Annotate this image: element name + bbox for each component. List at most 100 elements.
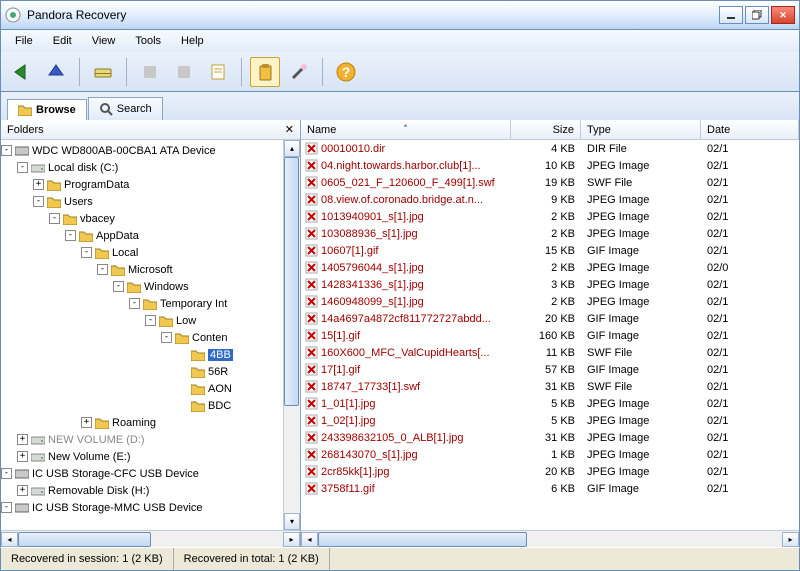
file-row[interactable]: 00010010.dir4 KBDIR File02/1 — [301, 140, 799, 157]
drives-button[interactable] — [88, 57, 118, 87]
clipboard-button[interactable] — [250, 57, 280, 87]
tree-expander[interactable]: - — [97, 264, 108, 275]
scroll-up-button[interactable]: ▴ — [284, 140, 300, 157]
tree-node-device[interactable]: - WDC WD800AB-00CBA1 ATA Device — [1, 142, 283, 159]
tree-node-folder[interactable]: - Conten — [1, 329, 283, 346]
scroll-right-button[interactable]: ▸ — [782, 532, 799, 547]
tree-expander[interactable]: + — [17, 434, 28, 445]
file-row[interactable]: 268143070_s[1].jpg1 KBJPEG Image02/1 — [301, 446, 799, 463]
tree-label[interactable]: ProgramData — [64, 179, 129, 191]
file-row[interactable]: 14a4697a4872cf811772727abdd...20 KBGIF I… — [301, 310, 799, 327]
tree-node-drive[interactable]: + New Volume (E:) — [1, 448, 283, 465]
menu-file[interactable]: File — [7, 33, 41, 49]
file-row[interactable]: 160X600_MFC_ValCupidHearts[...11 KBSWF F… — [301, 344, 799, 361]
file-row[interactable]: 1405796044_s[1].jpg2 KBJPEG Image02/0 — [301, 259, 799, 276]
file-row[interactable]: 103088936_s[1].jpg2 KBJPEG Image02/1 — [301, 225, 799, 242]
tree-node-folder[interactable]: AON — [1, 380, 283, 397]
tree-node-folder[interactable]: + ProgramData — [1, 176, 283, 193]
tree-label[interactable]: Windows — [144, 281, 189, 293]
file-row[interactable]: 2cr85kk[1].jpg20 KBJPEG Image02/1 — [301, 463, 799, 480]
tree-node-device[interactable]: - IC USB Storage-MMC USB Device — [1, 499, 283, 516]
tab-browse[interactable]: Browse — [7, 99, 87, 120]
file-row[interactable]: 15[1].gif160 KBGIF Image02/1 — [301, 327, 799, 344]
tree-node-folder[interactable]: 56R — [1, 363, 283, 380]
tree-horizontal-scrollbar[interactable]: ◂ ▸ — [1, 530, 300, 547]
tree-expander[interactable]: - — [17, 162, 28, 173]
scroll-down-button[interactable]: ▾ — [284, 513, 300, 530]
tree-close-icon[interactable]: ✕ — [285, 123, 294, 136]
tree-node-device[interactable]: - IC USB Storage-CFC USB Device — [1, 465, 283, 482]
tree-expander[interactable]: - — [1, 145, 12, 156]
tree-label[interactable]: Users — [64, 196, 93, 208]
tree-label[interactable]: New Volume (E:) — [48, 451, 131, 463]
tree-label[interactable]: Conten — [192, 332, 227, 344]
tree-label[interactable]: IC USB Storage-MMC USB Device — [32, 502, 203, 514]
file-row[interactable]: 04.night.towards.harbor.club[1]...10 KBJ… — [301, 157, 799, 174]
tree-expander[interactable]: - — [161, 332, 172, 343]
tree-expander[interactable]: + — [33, 179, 44, 190]
tree-node-folder[interactable]: BDC — [1, 397, 283, 414]
tree-expander[interactable]: + — [81, 417, 92, 428]
menu-edit[interactable]: Edit — [45, 33, 80, 49]
tree-expander[interactable]: - — [129, 298, 140, 309]
tree-label[interactable]: 56R — [208, 366, 228, 378]
tree-expander[interactable]: - — [33, 196, 44, 207]
restore-button[interactable] — [745, 6, 769, 24]
file-row[interactable]: 243398632105_0_ALB[1].jpg31 KBJPEG Image… — [301, 429, 799, 446]
up-button[interactable] — [41, 57, 71, 87]
tree-label[interactable]: IC USB Storage-CFC USB Device — [32, 468, 199, 480]
tree-node-folder[interactable]: - Local — [1, 244, 283, 261]
notes-button[interactable] — [203, 57, 233, 87]
column-date[interactable]: Date — [701, 120, 799, 139]
tree-label[interactable]: Roaming — [112, 417, 156, 429]
file-row[interactable]: 1013940901_s[1].jpg2 KBJPEG Image02/1 — [301, 208, 799, 225]
tree-node-folder[interactable]: 4BB — [1, 346, 283, 363]
file-row[interactable]: 1_02[1].jpg5 KBJPEG Image02/1 — [301, 412, 799, 429]
file-row[interactable]: 08.view.of.coronado.bridge.at.n...9 KBJP… — [301, 191, 799, 208]
tree-node-drive[interactable]: - Local disk (C:) — [1, 159, 283, 176]
tree-label[interactable]: WDC WD800AB-00CBA1 ATA Device — [32, 145, 216, 157]
scroll-left-button[interactable]: ◂ — [1, 532, 18, 547]
tree-node-folder[interactable]: - Users — [1, 193, 283, 210]
menu-view[interactable]: View — [84, 33, 124, 49]
tree-expander[interactable]: - — [1, 468, 12, 479]
tree-vertical-scrollbar[interactable]: ▴ ▾ — [283, 140, 300, 530]
tree-label[interactable]: Local — [112, 247, 138, 259]
column-type[interactable]: Type — [581, 120, 701, 139]
file-row[interactable]: 3758f11.gif6 KBGIF Image02/1 — [301, 480, 799, 497]
file-row[interactable]: 1428341336_s[1].jpg3 KBJPEG Image02/1 — [301, 276, 799, 293]
help-button[interactable]: ? — [331, 57, 361, 87]
scroll-right-button[interactable]: ▸ — [283, 532, 300, 547]
file-row[interactable]: 10607[1].gif15 KBGIF Image02/1 — [301, 242, 799, 259]
menu-tools[interactable]: Tools — [127, 33, 169, 49]
tree-node-folder[interactable]: -Temporary Int — [1, 295, 283, 312]
file-row[interactable]: 1_01[1].jpg5 KBJPEG Image02/1 — [301, 395, 799, 412]
tree-node-drive[interactable]: +Removable Disk (H:) — [1, 482, 283, 499]
tree-expander[interactable]: - — [81, 247, 92, 258]
tree-expander[interactable]: - — [49, 213, 60, 224]
tree-node-folder[interactable]: -Microsoft — [1, 261, 283, 278]
tree-expander[interactable]: - — [1, 502, 12, 513]
tree-expander[interactable]: + — [17, 451, 28, 462]
tab-search[interactable]: Search — [88, 97, 163, 120]
menu-help[interactable]: Help — [173, 33, 212, 49]
column-size[interactable]: Size — [511, 120, 581, 139]
tree-label[interactable]: BDC — [208, 400, 231, 412]
file-horizontal-scrollbar[interactable]: ◂ ▸ — [301, 530, 799, 547]
file-row[interactable]: 1460948099_s[1].jpg2 KBJPEG Image02/1 — [301, 293, 799, 310]
file-row[interactable]: 17[1].gif57 KBGIF Image02/1 — [301, 361, 799, 378]
tree-expander[interactable]: - — [65, 230, 76, 241]
tree-label[interactable]: NEW VOLUME (D:) — [48, 434, 145, 446]
wizard-button[interactable] — [284, 57, 314, 87]
tree-expander[interactable]: - — [145, 315, 156, 326]
tree-label[interactable]: vbacey — [80, 213, 115, 225]
tree-node-folder[interactable]: -Windows — [1, 278, 283, 295]
tree-node-folder[interactable]: - Low — [1, 312, 283, 329]
tree-label[interactable]: Removable Disk (H:) — [48, 485, 149, 497]
file-row[interactable]: 18747_17733[1].swf31 KBSWF File02/1 — [301, 378, 799, 395]
tree-label[interactable]: Local disk (C:) — [48, 162, 118, 174]
tree-label[interactable]: AON — [208, 383, 232, 395]
close-button[interactable]: ✕ — [771, 6, 795, 24]
tree-label[interactable]: Low — [176, 315, 196, 327]
file-row[interactable]: 0605_021_F_120600_F_499[1].swf19 KBSWF F… — [301, 174, 799, 191]
